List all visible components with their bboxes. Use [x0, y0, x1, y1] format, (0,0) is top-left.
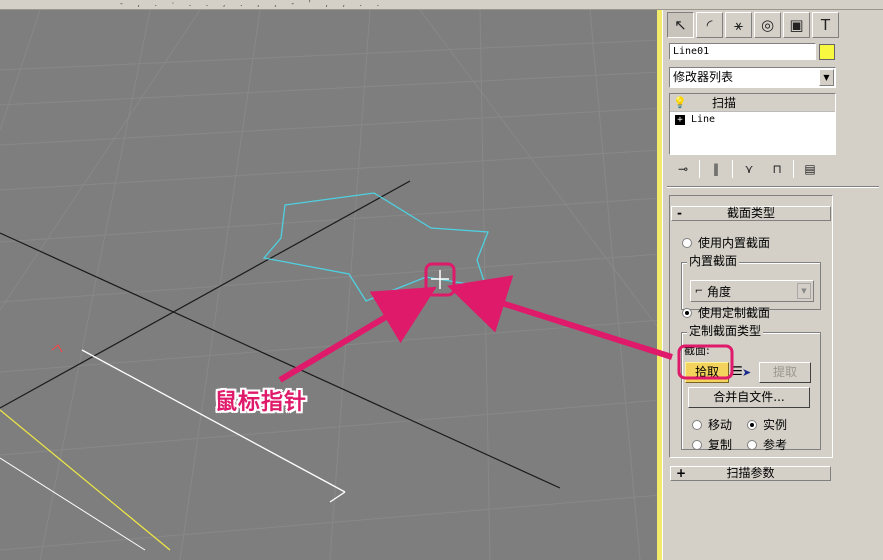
option-label: 参考 [763, 438, 788, 452]
sweep-params-rollout-header[interactable]: + 扫描参数 [670, 466, 831, 481]
radio-button[interactable] [747, 439, 757, 450]
collapse-sign: - [677, 206, 682, 220]
reference-option[interactable]: 参考 [747, 436, 787, 453]
show-end-result-button[interactable]: ‖ [704, 159, 728, 179]
instance-option[interactable]: 实例 [747, 416, 787, 433]
stack-toolbar: ⊸ ‖ ⋎ ⊓ ▤ [671, 159, 822, 179]
motion-icon: ◎ [760, 16, 775, 34]
option-label: 使用定制截面 [698, 306, 771, 320]
display-icon: ▣ [789, 16, 804, 34]
object-name-field[interactable]: Line01 [669, 43, 816, 60]
top-toolbar-strip: - , . · . . , . , , - ' , , . . [0, 0, 883, 10]
stack-item-label: Line [691, 114, 716, 125]
section-caption: 截面: [684, 344, 710, 357]
selected-path-line [0, 409, 171, 551]
stack-item-line[interactable]: + Line [670, 111, 835, 127]
rectangle-path-top [81, 349, 346, 493]
rollout-title: 截面类型 [726, 206, 775, 220]
modify-icon: ◜ [706, 16, 713, 34]
create-tab[interactable]: ↖ [667, 12, 694, 38]
radio-button[interactable] [682, 307, 692, 318]
radio-button[interactable] [692, 439, 702, 450]
stack-item-label: 扫描 [712, 96, 737, 110]
utilities-tab[interactable]: T [812, 12, 839, 38]
merge-from-file-button[interactable]: 合并自文件... [688, 387, 810, 408]
pivot-marker [51, 344, 63, 353]
use-custom-section-option[interactable]: 使用定制截面 [682, 304, 770, 321]
toolbar-divider [732, 160, 733, 178]
radio-button[interactable] [747, 419, 757, 430]
make-unique-button[interactable]: ⋎ [737, 159, 761, 179]
rollout-title: 扫描参数 [726, 466, 775, 480]
radio-button[interactable] [682, 237, 692, 248]
viewport-grid [0, 10, 661, 560]
hierarchy-tab[interactable]: ⚹ [725, 12, 752, 38]
configure-sets-icon: ▤ [804, 162, 816, 176]
panel-divider [667, 186, 879, 188]
create-icon: ↖ [674, 16, 687, 34]
expand-sign: + [676, 466, 687, 480]
mouse-cursor-icon: ➤ [742, 366, 752, 379]
chevron-down-icon[interactable]: ▼ [797, 283, 811, 299]
radio-button[interactable] [692, 419, 702, 430]
show-end-result-icon: ‖ [713, 162, 719, 176]
option-label: 使用内置截面 [698, 236, 771, 250]
group-label: 定制截面类型 [687, 324, 764, 338]
toolbar-divider [793, 160, 794, 178]
motion-tab[interactable]: ◎ [754, 12, 781, 38]
option-label: 实例 [763, 418, 788, 432]
pin-stack-icon: ⊸ [677, 162, 689, 176]
dropdown-value: 角度 [707, 284, 732, 299]
modifier-stack[interactable]: 💡 扫描 + Line [669, 93, 836, 155]
rectangle-path-corner [329, 491, 346, 503]
copy-option[interactable]: 复制 [692, 436, 732, 453]
use-builtin-section-option[interactable]: 使用内置截面 [682, 234, 770, 251]
option-label: 复制 [708, 438, 733, 452]
make-unique-icon: ⋎ [744, 162, 754, 176]
object-color-swatch[interactable] [819, 44, 835, 60]
modifier-list-dropdown[interactable]: 修改器列表 ▼ [669, 67, 836, 88]
path-line-white [0, 457, 146, 551]
annotation-label: 鼠标指针 [215, 389, 308, 415]
move-option[interactable]: 移动 [692, 416, 732, 433]
modifier-list-label: 修改器列表 [673, 70, 734, 84]
pick-button[interactable]: 拾取 [685, 362, 729, 383]
option-label: 移动 [708, 418, 733, 432]
command-panel-tabs: ↖ ◜ ⚹ ◎ ▣ T [667, 12, 839, 38]
section-label: 截面: [684, 342, 710, 358]
angle-icon: ⌐ [694, 285, 704, 297]
lightbulb-icon[interactable]: 💡 [670, 96, 690, 109]
group-label: 内置截面 [687, 254, 740, 268]
section-type-rollout-header[interactable]: - 截面类型 [671, 206, 831, 221]
toolbar-marks: - , . · . . , . , , - ' , , . . [120, 0, 386, 8]
extract-button[interactable]: 提取 [759, 362, 811, 383]
display-tab[interactable]: ▣ [783, 12, 810, 38]
configure-sets-button[interactable]: ▤ [798, 159, 822, 179]
command-panel: ↖ ◜ ⚹ ◎ ▣ T Line01 修改器列表 ▼ 💡 扫描 + Line ⊸… [662, 10, 883, 560]
section-type-rollout: - 截面类型 使用内置截面 内置截面 ⌐ 角度 ▼ 使用定制截面 定制截面类型 … [669, 195, 833, 458]
chevron-down-icon[interactable]: ▼ [819, 69, 834, 86]
utilities-icon: T [820, 16, 831, 34]
hierarchy-icon: ⚹ [733, 16, 743, 34]
modify-tab[interactable]: ◜ [696, 12, 723, 38]
star-section-shape[interactable] [262, 192, 489, 302]
builtin-section-dropdown[interactable]: ⌐ 角度 ▼ [690, 280, 814, 302]
toolbar-divider [699, 160, 700, 178]
stack-item-sweep[interactable]: 💡 扫描 [670, 94, 835, 111]
perspective-viewport[interactable] [0, 10, 661, 560]
remove-modifier-button[interactable]: ⊓ [765, 159, 789, 179]
remove-modifier-icon: ⊓ [772, 162, 782, 176]
expand-icon[interactable]: + [675, 114, 685, 125]
pin-stack-button[interactable]: ⊸ [671, 159, 695, 179]
